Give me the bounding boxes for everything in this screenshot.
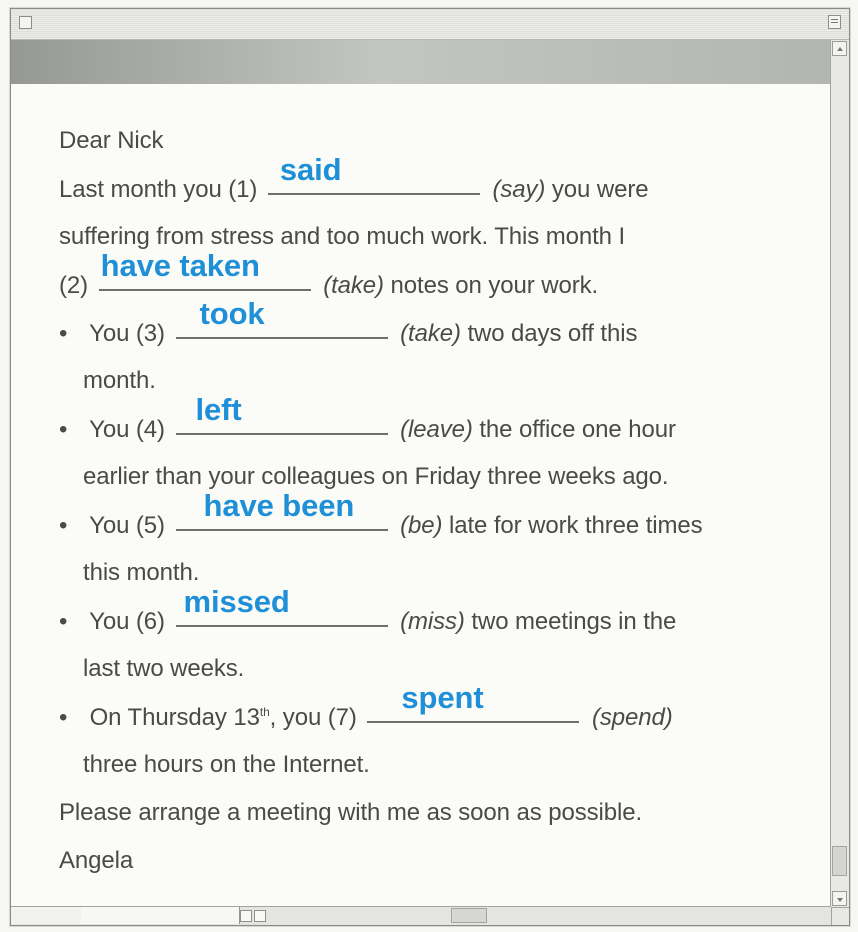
- answer-blank-1: said: [267, 153, 480, 195]
- greeting-line: Dear Nick: [59, 117, 819, 165]
- line1-prefix: Last month you (1): [59, 176, 258, 203]
- line1-suffix: you were: [551, 176, 649, 203]
- answer-blank-7: spent: [367, 681, 580, 723]
- vertical-scrollbar[interactable]: [830, 40, 849, 907]
- vertical-scroll-thumb[interactable]: [832, 846, 847, 876]
- bullet4-suffix: two meetings in the: [471, 608, 677, 635]
- answer-5: have been: [203, 488, 355, 523]
- resize-grip-icon[interactable]: [831, 907, 849, 925]
- horizontal-scrollbar[interactable]: [11, 906, 831, 925]
- status-area-middle: [81, 907, 240, 924]
- bullet-icon: •: [59, 320, 68, 347]
- bullet5-superscript: th: [259, 705, 270, 719]
- answer-4: left: [195, 392, 242, 427]
- signature-line: Angela: [59, 837, 819, 885]
- bullet-2-continuation: earlier than your colleagues on Friday t…: [59, 453, 819, 501]
- greeting-text: Dear Nick: [59, 127, 164, 154]
- hint-4: (leave): [400, 416, 473, 443]
- bullet5-continuation-text: three hours on the Internet.: [83, 751, 370, 778]
- letter-line-3: (2) have taken (take) notes on your work…: [59, 249, 819, 309]
- bullet-5-continuation: three hours on the Internet.: [59, 741, 819, 789]
- bullet1-continuation-text: month.: [83, 367, 156, 394]
- bullet-icon: •: [59, 608, 68, 635]
- bullet-5: • On Thursday 13th, you (7) spent (spend…: [59, 681, 819, 741]
- bullet2-prefix: You (4): [89, 416, 165, 443]
- bullet-icon: •: [59, 512, 68, 539]
- answer-blank-2: have taken: [98, 249, 311, 291]
- bullet2-continuation-text: earlier than your colleagues on Friday t…: [83, 463, 669, 490]
- bullet-1: • You (3) took (take) two days off this: [59, 297, 819, 357]
- answer-blank-4: left: [175, 393, 388, 435]
- document-header-band: [11, 40, 831, 84]
- bullet1-suffix: two days off this: [467, 320, 638, 347]
- bullet5-mid: , you (7): [269, 704, 357, 731]
- horizontal-scroll-thumb[interactable]: [451, 908, 487, 923]
- bullet5-prefix: On Thursday 13: [89, 704, 260, 731]
- bullet4-continuation-text: last two weeks.: [83, 655, 245, 682]
- bullet4-prefix: You (6): [89, 608, 165, 635]
- answer-2: have taken: [100, 248, 260, 283]
- answer-blank-6: missed: [175, 585, 388, 627]
- scroll-down-arrow-icon[interactable]: [832, 891, 847, 906]
- scroll-up-arrow-icon[interactable]: [832, 41, 847, 56]
- bullet3-continuation-text: this month.: [83, 559, 200, 586]
- hint-1: (say): [492, 176, 546, 203]
- hint-7: (spend): [591, 704, 673, 731]
- line3-suffix: notes on your work.: [390, 272, 599, 299]
- closing-line: Please arrange a meeting with me as soon…: [59, 789, 819, 837]
- answer-6: missed: [183, 584, 290, 619]
- bullet-icon: •: [59, 416, 68, 443]
- closing-text: Please arrange a meeting with me as soon…: [59, 799, 643, 826]
- answer-1: said: [279, 152, 342, 187]
- title-bar[interactable]: [11, 9, 849, 40]
- close-box-icon[interactable]: [19, 16, 32, 29]
- document-window: Dear Nick Last month you (1) said (say) …: [10, 8, 850, 926]
- answer-7: spent: [401, 680, 484, 715]
- signature-text: Angela: [59, 847, 134, 874]
- bullet-icon: •: [59, 704, 68, 731]
- line3-prefix: (2): [59, 272, 89, 299]
- bullet-2: • You (4) left (leave) the office one ho…: [59, 393, 819, 453]
- bullet2-suffix: the office one hour: [479, 416, 676, 443]
- hint-5: (be): [400, 512, 443, 539]
- bullet1-prefix: You (3): [89, 320, 165, 347]
- collapse-box-icon[interactable]: [828, 15, 841, 29]
- answer-blank-3: took: [175, 297, 388, 339]
- hint-2: (take): [323, 272, 384, 299]
- bullet3-suffix: late for work three times: [448, 512, 703, 539]
- bullet-3-continuation: this month.: [59, 549, 819, 597]
- bullet-1-continuation: month.: [59, 357, 819, 405]
- hint-6: (miss): [400, 608, 465, 635]
- answer-blank-5: have been: [175, 489, 388, 531]
- hint-3: (take): [400, 320, 461, 347]
- status-area-left: [11, 907, 82, 924]
- answer-3: took: [199, 296, 265, 331]
- letter-content: Dear Nick Last month you (1) said (say) …: [59, 117, 819, 885]
- bullet3-prefix: You (5): [89, 512, 165, 539]
- letter-line-1: Last month you (1) said (say) you were: [59, 153, 819, 213]
- scroll-left-arrow-icon[interactable]: [254, 910, 266, 922]
- page-button-icon[interactable]: [240, 910, 252, 922]
- line2-text: suffering from stress and too much work.…: [59, 223, 626, 250]
- bullet-3: • You (5) have been (be) late for work t…: [59, 489, 819, 549]
- bullet-4: • You (6) missed (miss) two meetings in …: [59, 585, 819, 645]
